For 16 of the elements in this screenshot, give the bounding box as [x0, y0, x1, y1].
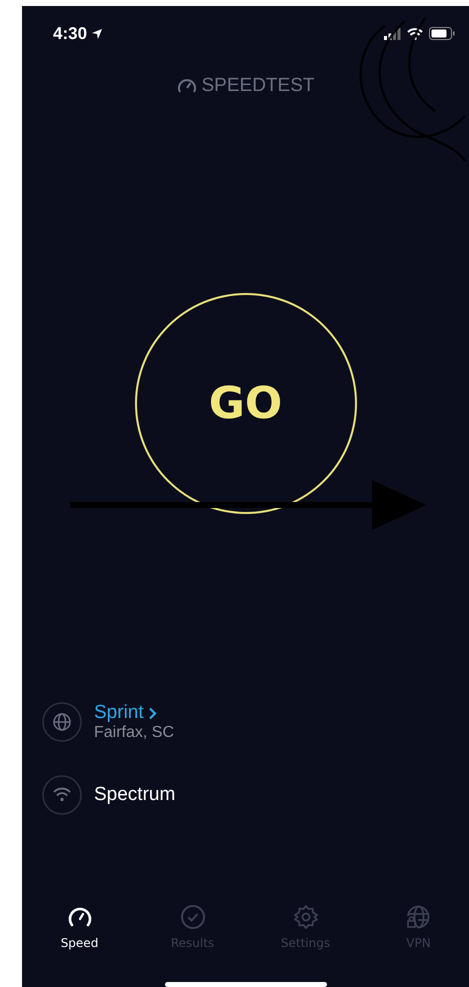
- chevron-icon: [148, 706, 157, 720]
- location-icon: [91, 28, 104, 40]
- network-name: Spectrum: [94, 784, 176, 806]
- status-time: 4:30: [53, 24, 88, 44]
- settings-icon: [292, 904, 318, 930]
- tab[interactable]: Speed: [23, 904, 136, 950]
- server-link[interactable]: Sprint: [94, 702, 144, 724]
- battery-icon: [429, 27, 455, 40]
- globe-icon: [42, 702, 82, 742]
- globe-lock-icon: [406, 904, 432, 930]
- app-logo: SPEEDTEST: [202, 74, 314, 96]
- wifi-icon: [42, 775, 82, 816]
- check-circle-icon: [180, 904, 206, 930]
- wifi-icon: [407, 28, 423, 40]
- signal-icon: [384, 28, 401, 40]
- server-location: Fairfax, SC: [94, 724, 174, 742]
